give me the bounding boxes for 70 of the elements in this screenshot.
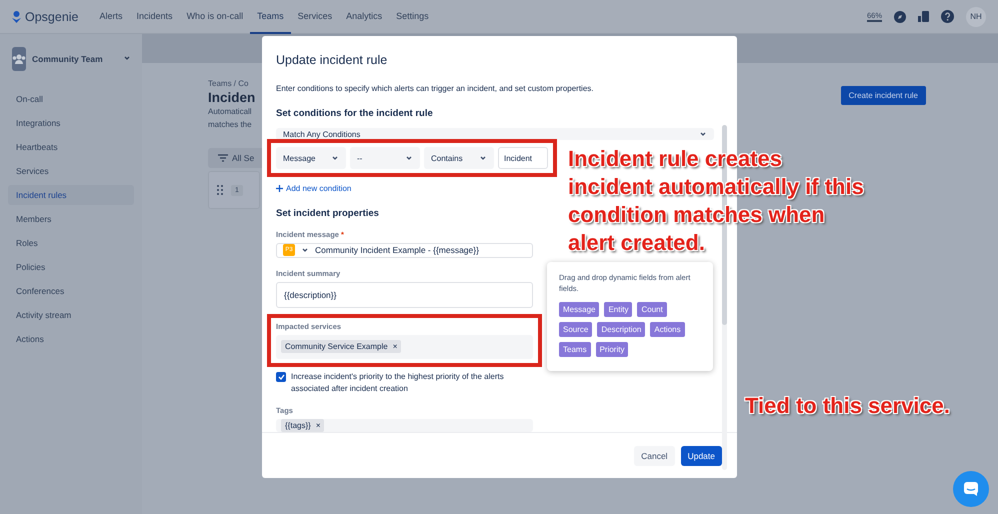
section-heading: Set conditions for the incident rule: [276, 108, 433, 119]
chevron-down-icon: [331, 154, 339, 162]
field-chip[interactable]: Description: [597, 322, 646, 337]
chat-icon: [963, 481, 979, 497]
remove-mark[interactable]: ×: [392, 342, 398, 352]
checkbox-label: Increase incident's priority to the highest priority of the alerts associated after incident creation: [291, 370, 505, 395]
field-chip[interactable]: Priority: [596, 342, 628, 357]
compass-icon[interactable]: [894, 10, 906, 22]
team-name[interactable]: Community Team: [32, 54, 103, 64]
sidebar-item[interactable]: Roles: [8, 233, 134, 253]
page-description: matches the: [208, 119, 253, 131]
sidebar-item[interactable]: On-call: [8, 89, 134, 109]
field-chip[interactable]: Source: [559, 322, 592, 337]
nav-tab[interactable]: Who is on-call: [180, 0, 250, 34]
drag-handle-icon[interactable]: [217, 185, 223, 195]
negation-select[interactable]: --: [350, 147, 420, 170]
field-chip[interactable]: Actions: [650, 322, 685, 337]
annotation-text: Tied to this service.: [745, 392, 952, 420]
chevron-down-icon: [301, 246, 309, 254]
value-input[interactable]: Incident: [498, 147, 548, 170]
filter-icon: [218, 154, 228, 162]
section-heading: Set incident properties: [276, 208, 379, 220]
plus-icon: [276, 185, 283, 192]
create-rule-button[interactable]: Create incident rule: [840, 86, 926, 105]
people-icon: [12, 54, 26, 64]
chevron-down-icon: [405, 154, 413, 162]
checkbox[interactable]: [276, 372, 286, 382]
page-heading: Inciden: [208, 90, 256, 105]
update-button[interactable]: Update: [680, 446, 722, 466]
page-description: Automaticall: [208, 106, 253, 118]
sidebar-item[interactable]: Heartbeats: [8, 137, 134, 157]
add-condition-link[interactable]: Add new condition: [276, 184, 352, 194]
field-chip[interactable]: Entity: [604, 302, 632, 317]
chat-button[interactable]: [953, 471, 989, 507]
summary-textarea[interactable]: {{description}}: [276, 282, 533, 308]
chevron-down-icon: [699, 130, 707, 138]
dialog-description: Enter conditions to specify which alerts can trigger an incident, and set custom properties.: [276, 84, 594, 93]
apps-icon[interactable]: [918, 11, 929, 22]
tag-chip[interactable]: {{tags}} ×: [281, 418, 324, 432]
nav-tab[interactable]: Incidents: [130, 0, 180, 34]
nav-tab[interactable]: Services: [290, 0, 340, 34]
service-tag[interactable]: Community Service Example ×: [281, 340, 402, 354]
field-chip[interactable]: Message: [559, 302, 600, 317]
nav-tab[interactable]: Analytics: [339, 0, 390, 34]
logo-icon: [12, 10, 21, 22]
chevron-down-icon: [479, 154, 487, 162]
match-select[interactable]: Match Any Conditions: [276, 128, 714, 140]
sidebar-item[interactable]: Services: [8, 161, 134, 181]
nav-tab[interactable]: Settings: [389, 0, 436, 34]
help-icon[interactable]: [941, 10, 954, 23]
field-chip[interactable]: Count: [637, 302, 667, 317]
nav-tab[interactable]: Alerts: [92, 0, 130, 34]
sidebar-item[interactable]: Integrations: [8, 113, 134, 133]
services-select[interactable]: Community Service Example ×: [276, 334, 533, 359]
tags-select[interactable]: {{tags}} ×: [276, 418, 533, 432]
sidebar-item[interactable]: Conferences: [8, 281, 134, 301]
field-select[interactable]: Message: [276, 147, 346, 170]
remove-mark[interactable]: ×: [316, 420, 320, 430]
sidebar-item[interactable]: Activity stream: [8, 305, 134, 325]
user-avatar[interactable]: NH: [966, 6, 986, 26]
operator-select[interactable]: Contains: [424, 147, 494, 170]
field-chip[interactable]: Teams: [559, 342, 591, 357]
chevron-down-icon: [122, 54, 131, 62]
cancel-button[interactable]: Cancel: [634, 446, 675, 466]
dialog-title: Update incident rule: [275, 52, 388, 69]
sidebar-item[interactable]: Policies: [8, 257, 134, 277]
sidebar-item[interactable]: Actions: [8, 329, 134, 349]
app-name: Opsgenie: [25, 10, 79, 24]
sidebar-item[interactable]: Members: [8, 209, 134, 229]
sidebar-item[interactable]: Incident rules: [8, 185, 134, 205]
